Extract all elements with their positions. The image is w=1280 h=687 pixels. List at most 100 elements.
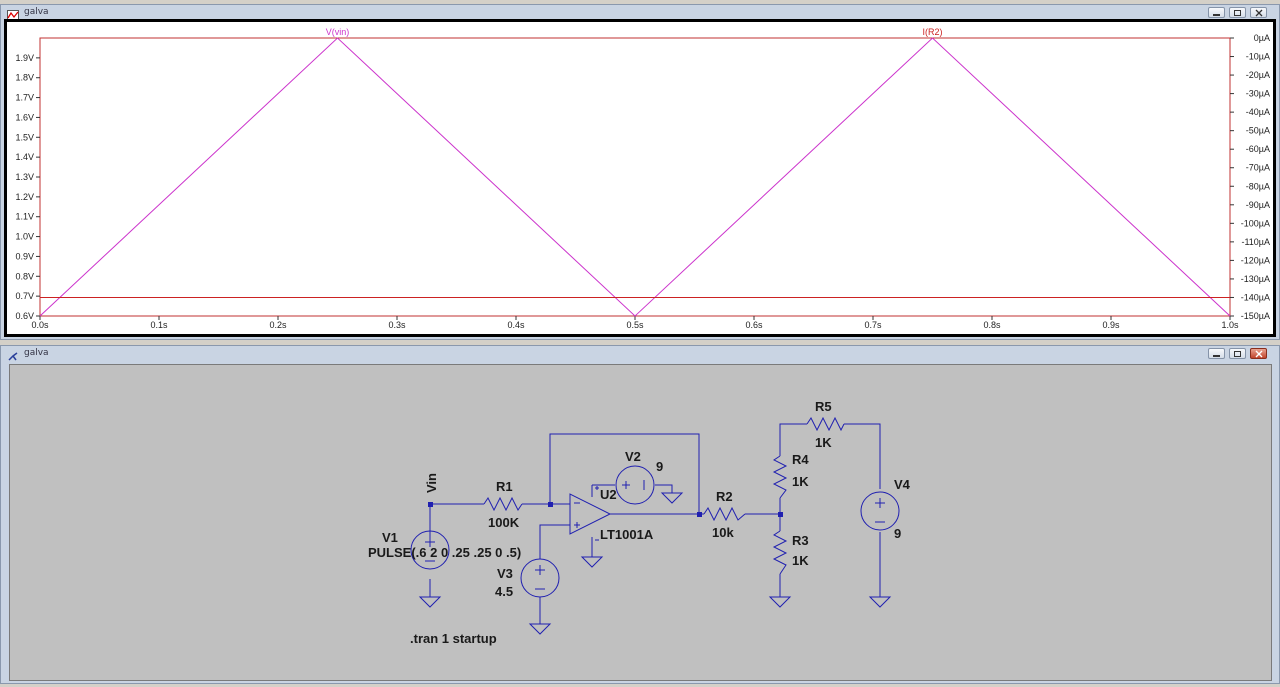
trace-label[interactable]: I(R2)	[923, 27, 943, 37]
schematic-canvas[interactable]: Vin R1 100K V1 PULSE(.6 2 0 .25 .25 0 .5…	[9, 364, 1272, 681]
close-icon	[1255, 9, 1263, 17]
source-v3[interactable]	[520, 558, 560, 598]
u2-name[interactable]: U2	[600, 487, 617, 502]
r5-name[interactable]: R5	[815, 399, 832, 414]
source-v4[interactable]	[860, 491, 900, 531]
y-right-tick-label: -150µA	[1241, 311, 1270, 321]
r2-name[interactable]: R2	[716, 489, 733, 504]
r4-value[interactable]: 1K	[792, 474, 809, 489]
restore-icon	[1234, 351, 1241, 357]
y-left-tick-label: 1.3V	[15, 172, 34, 182]
v4-value[interactable]: 9	[894, 526, 901, 541]
junction-dot	[428, 502, 433, 507]
v3-value[interactable]: 4.5	[495, 584, 513, 599]
y-right-tick-label: -10µA	[1246, 52, 1270, 62]
junction-dot	[778, 512, 783, 517]
v2-name[interactable]: V2	[625, 449, 641, 464]
y-right-tick-label: -60µA	[1246, 144, 1270, 154]
trace-label[interactable]: V(vin)	[326, 27, 350, 37]
r5-value[interactable]: 1K	[815, 435, 832, 450]
close-button[interactable]	[1250, 348, 1267, 359]
schematic-window-title: galva	[24, 348, 49, 358]
junction-dot	[697, 512, 702, 517]
y-right-tick-label: -140µA	[1241, 292, 1270, 302]
x-tick-label: 0.6s	[745, 320, 763, 330]
resistor-r3[interactable]	[772, 530, 788, 575]
u2-value[interactable]: LT1001A	[600, 527, 654, 542]
y-right-tick-label: -130µA	[1241, 274, 1270, 284]
waveform-window-title: galva	[24, 7, 49, 17]
y-right-tick-label: -100µA	[1241, 218, 1270, 228]
x-tick-label: 0.4s	[507, 320, 525, 330]
restore-button[interactable]	[1229, 7, 1246, 18]
x-tick-label: 0.8s	[983, 320, 1001, 330]
y-left-tick-label: 1.6V	[15, 112, 34, 122]
y-left-tick-label: 1.2V	[15, 192, 34, 202]
close-icon	[1255, 350, 1263, 358]
schematic-titlebar[interactable]: galva	[1, 346, 1279, 363]
y-left-tick-label: 1.4V	[15, 152, 34, 162]
v2-value[interactable]: 9	[656, 459, 663, 474]
waveform-window: galva 0.6V 0.7V 0.8V 0.9V 1.0V 1.1V 1.2V 1.3V 1.…	[0, 4, 1280, 340]
y-left-tick-label: 1.7V	[15, 93, 34, 103]
x-tick-label: 0.0s	[31, 320, 49, 330]
x-tick-label: 0.9s	[1102, 320, 1120, 330]
x-tick-label: 1.0s	[1221, 320, 1239, 330]
schematic-drawing[interactable]: Vin R1 100K V1 PULSE(.6 2 0 .25 .25 0 .5…	[10, 365, 1273, 682]
y-right-tick-label: 0µA	[1254, 33, 1270, 43]
resistor-r1[interactable]	[483, 496, 523, 512]
y-right-tick-label: -50µA	[1246, 126, 1270, 136]
resistor-r2[interactable]	[703, 506, 746, 522]
plot-area-border	[39, 37, 1231, 317]
waveform-plot[interactable]: 0.6V0.7V0.8V0.9V1.0V1.1V1.2V1.3V1.4V1.5V…	[7, 22, 1273, 334]
junction-dot	[548, 502, 553, 507]
y-left-tick-label: 1.9V	[15, 53, 34, 63]
plot-frame: 0.6V 0.7V 0.8V 0.9V 1.0V 1.1V 1.2V 1.3V 1.4V 1.5V…	[4, 19, 1276, 337]
minimize-icon	[1213, 14, 1220, 16]
y-left-tick-label: 1.1V	[15, 212, 34, 222]
y-right-tick-label: -80µA	[1246, 181, 1270, 191]
polarity-marks	[425, 480, 885, 590]
x-tick-label: 0.1s	[150, 320, 168, 330]
resistor-r4[interactable]	[772, 455, 788, 499]
spice-directive[interactable]: .tran 1 startup	[410, 631, 497, 646]
v3-name[interactable]: V3	[497, 566, 513, 581]
close-button[interactable]	[1250, 7, 1267, 18]
minimize-button[interactable]	[1208, 348, 1225, 359]
trace-v-vin-[interactable]	[39, 37, 1231, 317]
y-left-tick-label: 1.0V	[15, 232, 34, 242]
r3-name[interactable]: R3	[792, 533, 809, 548]
schematic-window: galva Vin R1 100K V1 PULSE(.6 2 0 .25 .2…	[0, 345, 1280, 684]
x-tick-label: 0.7s	[864, 320, 882, 330]
r3-value[interactable]: 1K	[792, 553, 809, 568]
r4-name[interactable]: R4	[792, 452, 809, 467]
r1-name[interactable]: R1	[496, 479, 513, 494]
r2-value[interactable]: 10k	[712, 525, 734, 540]
y-right-tick-label: -40µA	[1246, 107, 1270, 117]
minimize-button[interactable]	[1208, 7, 1225, 18]
v4-name[interactable]: V4	[894, 477, 911, 492]
v1-name[interactable]: V1	[382, 530, 398, 545]
x-tick-label: 0.5s	[626, 320, 644, 330]
y-left-tick-label: 0.8V	[15, 271, 34, 281]
restore-button[interactable]	[1229, 348, 1246, 359]
x-tick-label: 0.3s	[388, 320, 406, 330]
y-left-tick-label: 1.8V	[15, 73, 34, 83]
net-label-vin[interactable]: Vin	[424, 473, 439, 493]
minimize-icon	[1213, 355, 1220, 357]
y-left-tick-label: 1.5V	[15, 132, 34, 142]
resistor-r5[interactable]	[806, 416, 845, 432]
y-left-tick-label: 0.9V	[15, 251, 34, 261]
y-left-tick-label: 0.7V	[15, 291, 34, 301]
restore-icon	[1234, 10, 1241, 16]
y-right-tick-label: -70µA	[1246, 163, 1270, 173]
source-v2[interactable]	[615, 465, 655, 505]
v1-value[interactable]: PULSE(.6 2 0 .25 .25 0 .5)	[368, 545, 521, 560]
r1-value[interactable]: 100K	[488, 515, 520, 530]
x-tick-label: 0.2s	[269, 320, 287, 330]
y-right-tick-label: -110µA	[1241, 237, 1270, 247]
y-right-tick-label: -120µA	[1241, 255, 1270, 265]
y-right-tick-label: -90µA	[1246, 200, 1270, 210]
y-right-tick-label: -20µA	[1246, 70, 1270, 80]
y-right-tick-label: -30µA	[1246, 89, 1270, 99]
